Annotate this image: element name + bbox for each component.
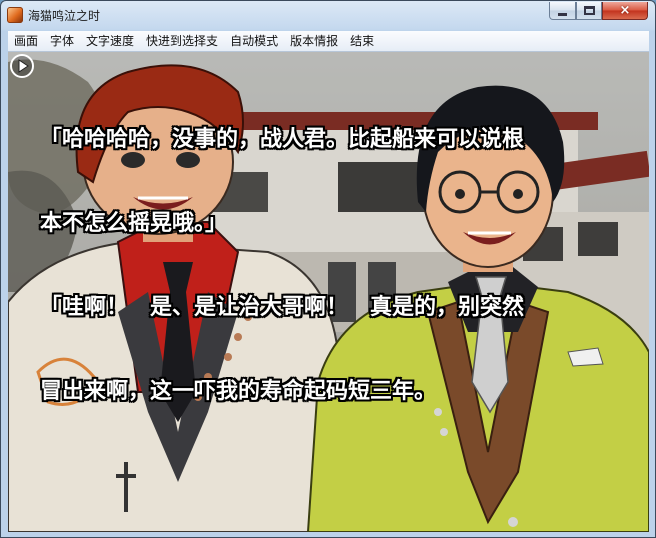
menu-version-info[interactable]: 版本情报 [284, 31, 344, 51]
minimize-button[interactable] [549, 2, 576, 20]
close-button[interactable]: × [602, 2, 648, 20]
dialogue-line-2: 本不怎么摇晃哦。」 [40, 211, 228, 236]
menu-exit[interactable]: 结束 [344, 31, 380, 51]
dialogue-line-1: 「哈哈哈哈，没事的，战人君。比起船来可以说根 [40, 127, 525, 152]
dialogue-line-3: 「哇啊！ 是、是让治大哥啊！ 真是的，别突然 [40, 295, 525, 320]
game-screen[interactable]: 「哈哈哈哈，没事的，战人君。比起船来可以说根 本不怎么摇晃哦。」 「哇啊！ 是、… [8, 52, 649, 532]
next-page-icon[interactable] [8, 52, 36, 80]
menu-auto-mode[interactable]: 自动模式 [224, 31, 284, 51]
title-bar[interactable]: 海猫鸣泣之时 × [1, 1, 655, 31]
window-title: 海猫鸣泣之时 [28, 9, 101, 23]
menu-font[interactable]: 字体 [44, 31, 80, 51]
maximize-icon [583, 6, 595, 15]
menu-bar: 画面 字体 文字速度 快进到选择支 自动模式 版本情报 结束 [8, 31, 649, 52]
minimize-icon [558, 12, 567, 16]
menu-screen[interactable]: 画面 [8, 31, 44, 51]
dialogue-text: 「哈哈哈哈，没事的，战人君。比起船来可以说根 本不怎么摇晃哦。」 「哇啊！ 是、… [40, 70, 640, 462]
close-icon: × [619, 3, 631, 18]
app-icon[interactable] [7, 7, 23, 23]
maximize-button[interactable] [576, 2, 602, 20]
app-window: 海猫鸣泣之时 × 画面 字体 文字速度 快进到选择支 自动模式 版本情报 结束 [0, 0, 656, 538]
menu-skip-to-choice[interactable]: 快进到选择支 [140, 31, 224, 51]
menu-text-speed[interactable]: 文字速度 [80, 31, 140, 51]
dialogue-line-4: 冒出来啊，这一吓我的寿命起码短三年。 [40, 379, 437, 404]
